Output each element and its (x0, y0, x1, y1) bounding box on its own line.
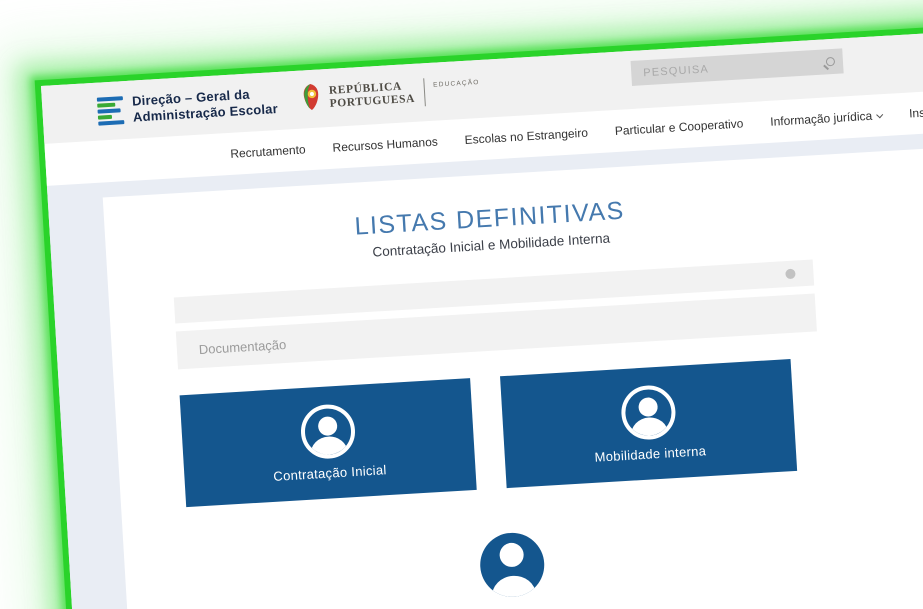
dgae-logo-text: Direção – Geral da Administração Escolar (132, 85, 279, 125)
chevron-down-icon (876, 111, 883, 118)
nav-item-institucional[interactable]: Institucional (909, 102, 923, 120)
nav-item-escolas-no-estrangeiro[interactable]: Escolas no Estrangeiro (464, 126, 588, 147)
search-box[interactable] (631, 48, 844, 86)
dgae-bars-icon (97, 96, 125, 125)
gov-logo-divider (423, 78, 426, 106)
card-label: Contratação Inicial (273, 462, 387, 484)
person-icon-bottom[interactable] (478, 531, 546, 599)
accordion-label: Documentação (198, 336, 286, 356)
republica-portuguesa-text: REPÚBLICA PORTUGUESA (329, 80, 416, 111)
nav-item-label: Informação jurídica (770, 109, 873, 129)
card-mobilidade-interna[interactable]: Mobilidade interna (500, 359, 797, 488)
search-input[interactable] (643, 56, 826, 79)
card-label: Mobilidade interna (594, 443, 706, 465)
nav-item-label: Institucional (909, 103, 923, 121)
card-contratacao-inicial[interactable]: Contratação Inicial (180, 378, 477, 507)
content-panel: LISTAS DEFINITIVAS Contratação Inicial e… (103, 136, 923, 609)
nav-item-recrutamento[interactable]: Recrutamento (230, 142, 306, 160)
cards-row: Contratação Inicial Mobilidade interna (180, 357, 826, 507)
website-page: Direção – Geral da Administração Escolar… (41, 24, 923, 609)
toggle-dot-icon (785, 269, 796, 280)
person-icon (299, 403, 356, 460)
nav-item-recursos-humanos[interactable]: Recursos Humanos (332, 135, 438, 155)
dgae-logo[interactable]: Direção – Geral da Administração Escolar (97, 85, 279, 127)
portugal-emblem-icon (300, 82, 323, 116)
magnifier-icon[interactable] (826, 57, 836, 67)
person-icon (619, 384, 676, 441)
content-background-band: LISTAS DEFINITIVAS Contratação Inicial e… (47, 124, 923, 609)
republica-portuguesa-logo[interactable]: REPÚBLICA PORTUGUESA EDUCAÇÃO (300, 73, 481, 117)
nav-item-particular-e-cooperativo[interactable]: Particular e Cooperativo (614, 116, 743, 138)
nav-item-informacao-juridica[interactable]: Informação jurídica (770, 108, 883, 129)
ministry-label: EDUCAÇÃO (433, 78, 480, 88)
